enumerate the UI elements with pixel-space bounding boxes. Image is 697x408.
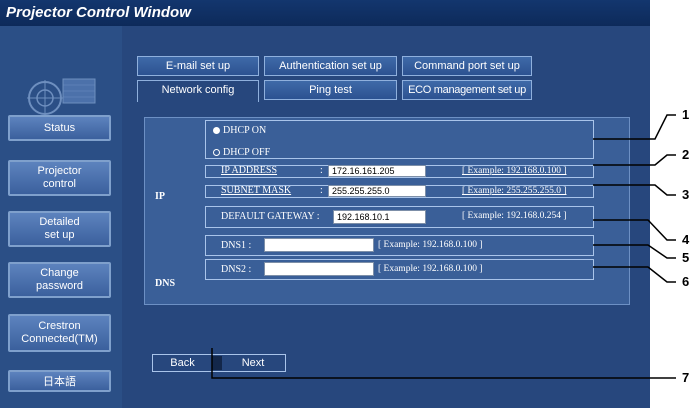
- sidebar-item-detailed-setup[interactable]: Detailed set up: [8, 211, 111, 247]
- back-next-bar: Back Next: [152, 354, 286, 372]
- sidebar-item-change-password[interactable]: Change password: [8, 262, 111, 298]
- default-gateway-label: DEFAULT GATEWAY :: [221, 211, 320, 222]
- callout-1: 1: [682, 107, 690, 122]
- callout-3: 3: [682, 187, 690, 202]
- radio-selected-icon: [213, 127, 220, 135]
- default-gateway-example: [ Example: 192.168.0.254 ]: [462, 211, 567, 221]
- dns1-row: DNS1 : [ Example: 192.168.0.100 ]: [205, 235, 594, 256]
- ip-address-example: [ Example: 192.168.0.100 ]: [462, 166, 567, 176]
- logo-icon: [27, 78, 96, 116]
- dhcp-on-label: DHCP ON: [223, 125, 267, 136]
- sidebar-item-label: Change password: [35, 267, 84, 292]
- callout-4: 4: [682, 232, 690, 247]
- subnet-mask-input[interactable]: 255.255.255.0: [328, 185, 426, 197]
- dns-section-label: DNS: [155, 278, 176, 289]
- sidebar-item-label: Status: [43, 121, 76, 134]
- tab-eco-management-setup[interactable]: ECO management set up: [402, 80, 532, 100]
- tab-email-setup[interactable]: E-mail set up: [137, 56, 259, 76]
- default-gateway-input[interactable]: 192.168.10.1: [333, 210, 426, 224]
- sidebar: Status Projector control Detailed set up…: [0, 26, 122, 408]
- tab-command-port-setup[interactable]: Command port set up: [402, 56, 532, 76]
- back-button[interactable]: Back: [155, 356, 210, 370]
- subnet-mask-row: SUBNET MASK : 255.255.255.0 [ Example: 2…: [205, 185, 594, 198]
- network-config-panel: IP DNS DHCP ON DHCP OFF IP ADDRESS : 172…: [144, 117, 630, 305]
- dhcp-box: DHCP ON DHCP OFF: [205, 120, 594, 159]
- projector-control-window: Projector Control Window Status Projecto…: [0, 0, 650, 408]
- callout-5: 5: [682, 250, 690, 265]
- window-title: Projector Control Window: [0, 0, 650, 26]
- ip-address-colon: :: [320, 165, 323, 176]
- ip-address-input[interactable]: 172.16.161.205: [328, 165, 426, 177]
- dns1-input[interactable]: [264, 238, 374, 252]
- dhcp-off-option[interactable]: DHCP OFF: [213, 147, 270, 158]
- ip-section-label: IP: [155, 191, 165, 202]
- tab-authentication-setup[interactable]: Authentication set up: [264, 56, 397, 76]
- sidebar-item-projector-control[interactable]: Projector control: [8, 160, 111, 196]
- dns2-input[interactable]: [264, 262, 374, 276]
- nav-divider: [212, 356, 222, 370]
- subnet-mask-label: SUBNET MASK: [221, 185, 292, 196]
- sidebar-item-label: Detailed set up: [39, 216, 80, 241]
- dns2-row: DNS2 : [ Example: 192.168.0.100 ]: [205, 259, 594, 280]
- dns1-label: DNS1 :: [221, 240, 252, 251]
- sidebar-item-label: 日本語: [43, 374, 76, 388]
- next-button[interactable]: Next: [223, 356, 283, 370]
- radio-unselected-icon: [213, 149, 220, 157]
- sidebar-item-japanese[interactable]: 日本語: [8, 370, 111, 392]
- sidebar-item-label: Crestron Connected(TM): [21, 320, 98, 345]
- ip-address-row: IP ADDRESS : 172.16.161.205 [ Example: 1…: [205, 165, 594, 178]
- tab-ping-test[interactable]: Ping test: [264, 80, 397, 100]
- sidebar-item-status[interactable]: Status: [8, 115, 111, 141]
- sidebar-item-crestron-connected[interactable]: Crestron Connected(TM): [8, 314, 111, 352]
- subnet-mask-colon: :: [320, 185, 323, 196]
- default-gateway-row: DEFAULT GATEWAY : 192.168.10.1 [ Example…: [205, 206, 594, 228]
- subnet-mask-example: [ Example: 255.255.255.0 ]: [462, 186, 567, 196]
- main-content: E-mail set up Authentication set up Comm…: [122, 26, 650, 408]
- callout-6: 6: [682, 274, 690, 289]
- dns2-example: [ Example: 192.168.0.100 ]: [378, 264, 483, 274]
- dhcp-on-option[interactable]: DHCP ON: [213, 125, 266, 136]
- sidebar-item-label: Projector control: [37, 165, 82, 190]
- tab-network-config[interactable]: Network config: [137, 80, 259, 102]
- dhcp-off-label: DHCP OFF: [223, 147, 271, 158]
- callout-2: 2: [682, 147, 690, 162]
- dns1-example: [ Example: 192.168.0.100 ]: [378, 240, 483, 250]
- ip-address-label: IP ADDRESS: [221, 165, 278, 176]
- dns2-label: DNS2 :: [221, 264, 252, 275]
- callout-7: 7: [682, 370, 690, 385]
